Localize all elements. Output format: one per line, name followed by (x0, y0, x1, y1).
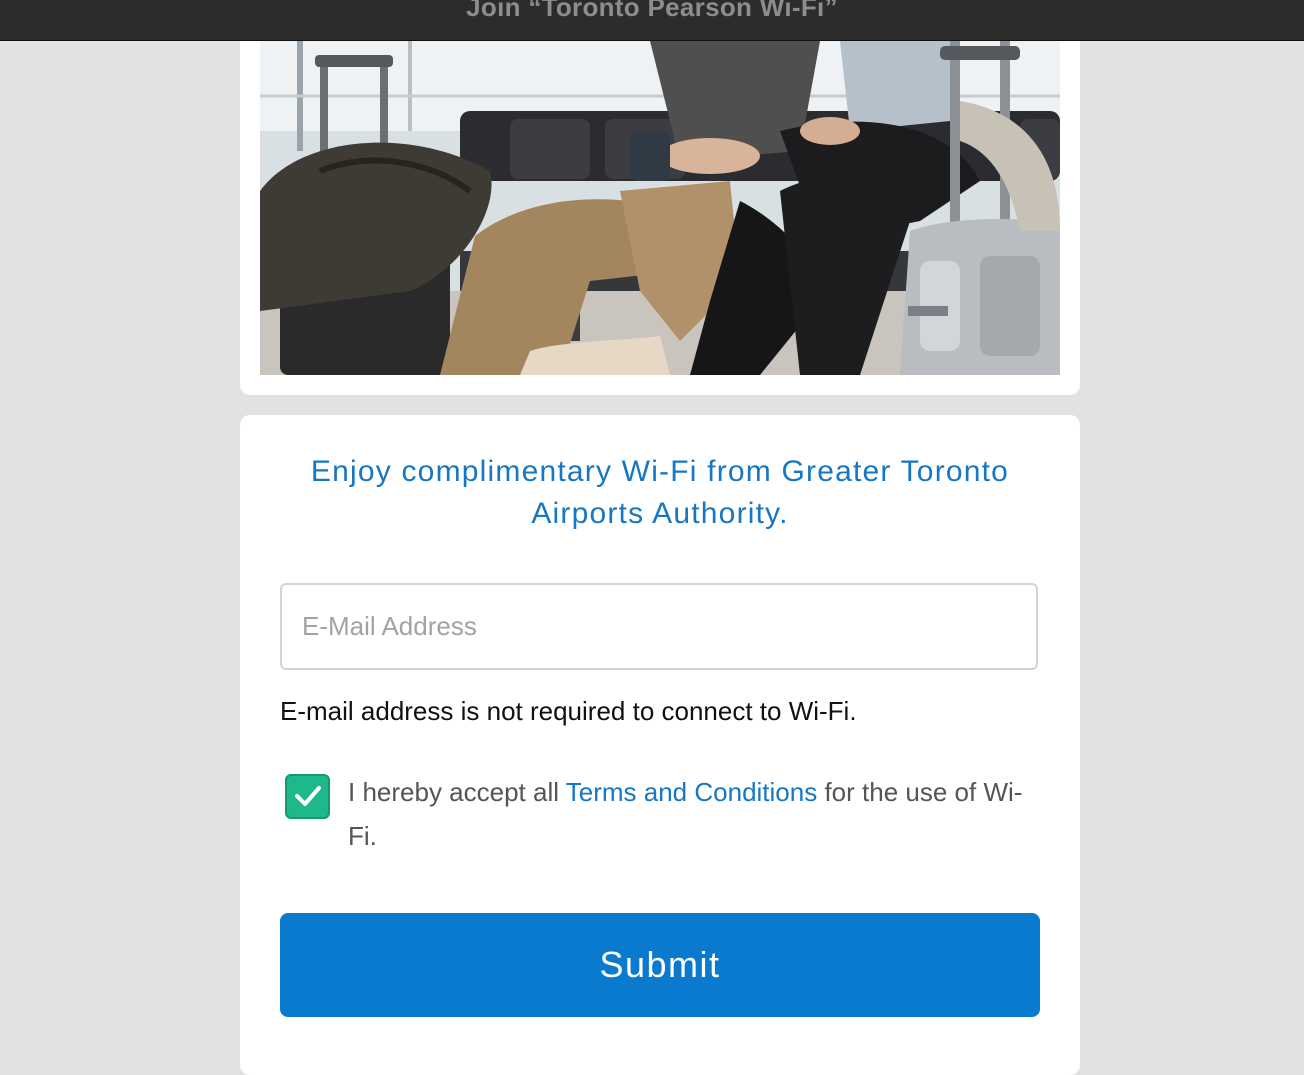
airport-lounge-photo (260, 41, 1060, 375)
terms-statement: I hereby accept all Terms and Conditions… (348, 770, 1038, 858)
checkmark-icon (295, 786, 321, 806)
window-title: Join “Toronto Pearson Wi-Fi” (466, 0, 838, 22)
hero-photo (260, 41, 1060, 375)
terms-prefix: I hereby accept all (348, 777, 566, 807)
email-input[interactable] (280, 583, 1038, 670)
window-titlebar: Join “Toronto Pearson Wi-Fi” (0, 0, 1304, 41)
wifi-login-form: Enjoy complimentary Wi-Fi from Greater T… (240, 415, 1080, 1075)
terms-checkbox[interactable] (285, 774, 330, 819)
email-optional-note: E-mail address is not required to connec… (280, 696, 857, 726)
submit-button[interactable]: Submit (280, 913, 1040, 1017)
hero-card (240, 41, 1080, 395)
welcome-headline: Enjoy complimentary Wi-Fi from Greater T… (310, 455, 1010, 530)
terms-and-conditions-link[interactable]: Terms and Conditions (566, 777, 817, 807)
